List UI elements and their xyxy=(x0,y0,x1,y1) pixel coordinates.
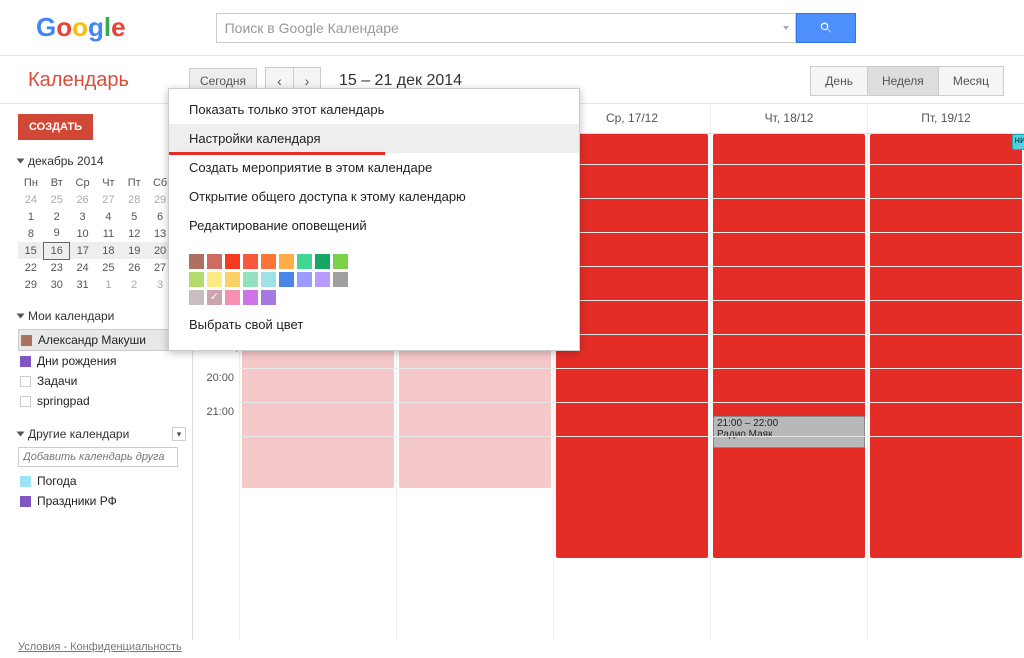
my-calendars-header[interactable]: Мои календари ▾ xyxy=(18,309,186,323)
color-swatch[interactable] xyxy=(243,254,258,269)
view-month[interactable]: Месяц xyxy=(938,66,1004,96)
color-swatch[interactable] xyxy=(315,254,330,269)
mini-calendar[interactable]: ПнВтСрЧтПтСб2425262728291234568910111213… xyxy=(18,174,173,293)
date-range: 15 – 21 дек 2014 xyxy=(339,72,462,90)
color-swatch[interactable] xyxy=(333,254,348,269)
ctx-show-only[interactable]: Показать только этот календарь xyxy=(169,95,579,124)
color-swatch xyxy=(20,376,31,387)
search-dropdown-icon[interactable] xyxy=(783,26,789,30)
color-swatch[interactable] xyxy=(279,272,294,287)
search-placeholder: Поиск в Google Календаре xyxy=(225,20,399,36)
ctx-create-event[interactable]: Создать мероприятие в этом календаре xyxy=(169,153,579,182)
color-swatch xyxy=(20,496,31,507)
color-swatch[interactable] xyxy=(225,254,240,269)
color-swatch[interactable] xyxy=(225,272,240,287)
terms-link[interactable]: Условия xyxy=(18,641,60,653)
collapse-icon[interactable] xyxy=(17,159,25,164)
event-radio[interactable]: 21:00 – 22:00Радио Маяк xyxy=(713,416,865,448)
calendar-context-menu: Показать только этот календарь Настройки… xyxy=(168,88,580,351)
color-swatch[interactable] xyxy=(315,272,330,287)
dropdown-icon[interactable]: ▾ xyxy=(172,427,186,441)
create-button[interactable]: СОЗДАТЬ xyxy=(18,114,93,140)
color-swatch[interactable] xyxy=(189,254,204,269)
calendar-item[interactable]: Праздники РФ xyxy=(18,491,186,511)
color-swatch[interactable] xyxy=(189,272,204,287)
minical-title: декабрь 2014 xyxy=(28,154,104,168)
color-swatch[interactable] xyxy=(207,290,222,305)
color-swatch[interactable] xyxy=(189,290,204,305)
color-palette xyxy=(169,248,369,313)
app-title: Календарь xyxy=(28,69,129,92)
calendar-item[interactable]: Задачи xyxy=(18,371,186,391)
privacy-link[interactable]: Конфиденциальность xyxy=(70,641,182,653)
color-swatch[interactable] xyxy=(297,254,312,269)
color-swatch[interactable] xyxy=(279,254,294,269)
view-switch: День Неделя Месяц xyxy=(811,66,1004,96)
event-cyan[interactable]: ние xyxy=(1012,134,1024,150)
color-swatch xyxy=(20,476,31,487)
color-swatch xyxy=(20,396,31,407)
minical-header: декабрь 2014 ‹› xyxy=(18,154,186,168)
color-swatch xyxy=(21,335,32,346)
search-input[interactable]: Поиск в Google Календаре xyxy=(216,13,796,43)
color-swatch[interactable] xyxy=(297,272,312,287)
ctx-own-color[interactable]: Выбрать свой цвет xyxy=(169,313,579,336)
sidebar: СОЗДАТЬ декабрь 2014 ‹› ПнВтСрЧтПтСб2425… xyxy=(0,104,192,640)
search-icon xyxy=(819,21,833,35)
add-calendar-input[interactable] xyxy=(18,447,178,467)
view-day[interactable]: День xyxy=(810,66,868,96)
header: Google Поиск в Google Календаре xyxy=(0,0,1024,56)
color-swatch[interactable] xyxy=(261,254,276,269)
color-swatch[interactable] xyxy=(207,254,222,269)
ctx-settings[interactable]: Настройки календаря xyxy=(169,124,579,153)
color-swatch[interactable] xyxy=(261,290,276,305)
color-swatch[interactable] xyxy=(261,272,276,287)
google-logo[interactable]: Google xyxy=(36,12,126,43)
calendar-item[interactable]: Дни рождения xyxy=(18,351,186,371)
calendar-item[interactable]: springpad xyxy=(18,391,186,411)
search-button[interactable] xyxy=(796,13,856,43)
ctx-notifications[interactable]: Редактирование оповещений xyxy=(169,211,579,240)
calendar-item[interactable]: Погода xyxy=(18,471,186,491)
color-swatch xyxy=(20,356,31,367)
calendar-item[interactable]: Александр Макуши▾ xyxy=(18,329,186,351)
day-col-fri[interactable]: ние xyxy=(867,134,1024,640)
footer: Условия - Конфиденциальность xyxy=(0,640,200,658)
color-swatch[interactable] xyxy=(207,272,222,287)
view-week[interactable]: Неделя xyxy=(867,66,939,96)
day-col-thu[interactable]: 21:00 – 22:00Радио Маяк xyxy=(710,134,867,640)
color-swatch[interactable] xyxy=(243,272,258,287)
search-wrap: Поиск в Google Календаре xyxy=(216,13,856,43)
color-swatch[interactable] xyxy=(333,272,348,287)
color-swatch[interactable] xyxy=(225,290,240,305)
collapse-icon xyxy=(17,314,25,319)
other-calendars-header[interactable]: Другие календари ▾ xyxy=(18,427,186,441)
ctx-share[interactable]: Открытие общего доступа к этому календар… xyxy=(169,182,579,211)
color-swatch[interactable] xyxy=(243,290,258,305)
collapse-icon xyxy=(17,432,25,437)
